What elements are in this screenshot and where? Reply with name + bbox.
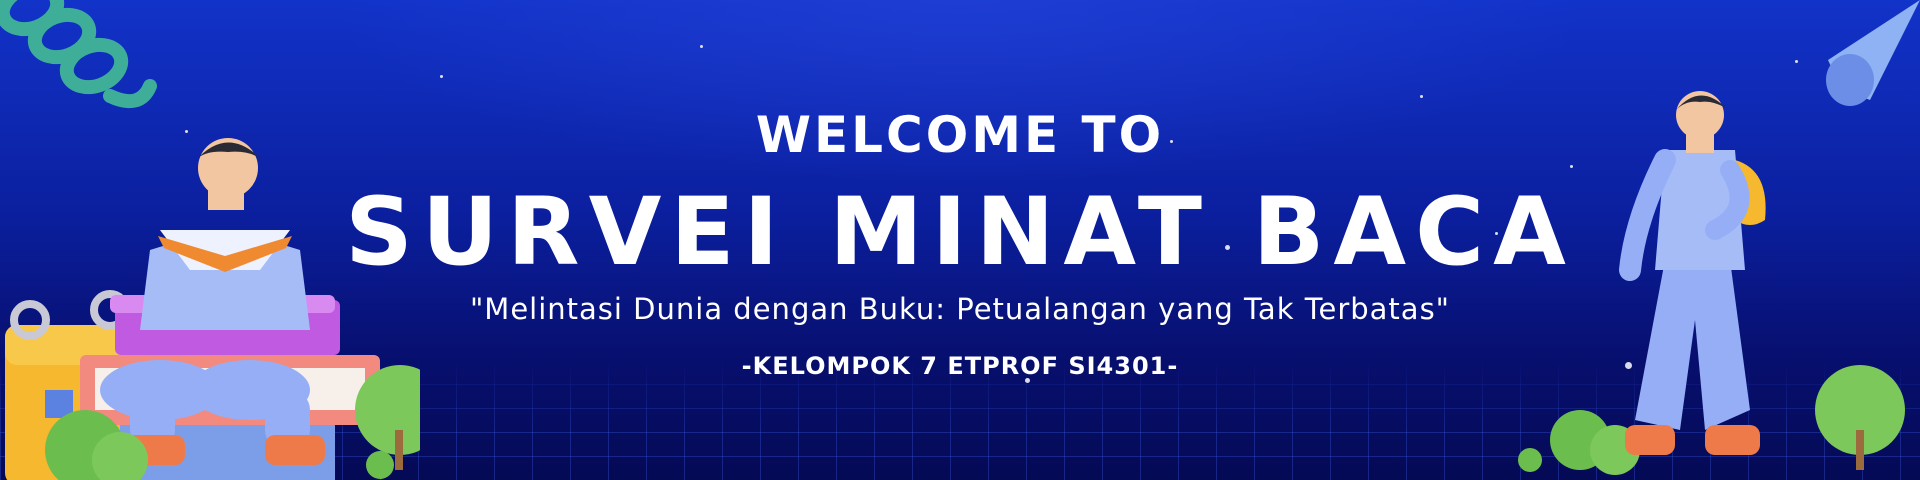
hero-banner: WELCOME TO SURVEI MINAT BACA "Melintasi … [0, 0, 1920, 480]
page-title: SURVEI MINAT BACA [345, 178, 1575, 287]
welcome-heading: WELCOME TO [755, 106, 1165, 164]
banner-text: WELCOME TO SURVEI MINAT BACA "Melintasi … [0, 0, 1920, 480]
tagline: "Melintasi Dunia dengan Buku: Petualanga… [469, 292, 1451, 326]
group-label: -KELOMPOK 7 ETPROF SI4301- [741, 352, 1179, 380]
